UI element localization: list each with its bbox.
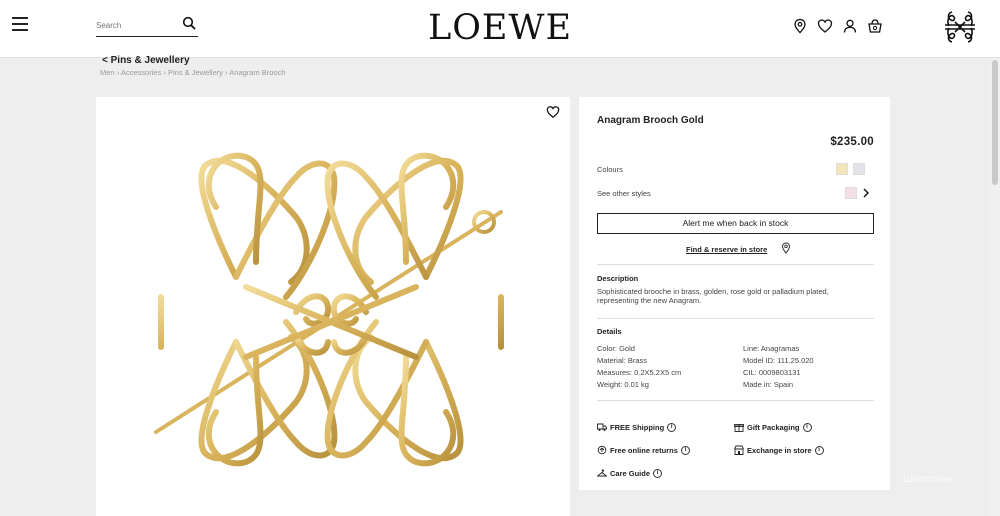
page-scrollbar[interactable] xyxy=(990,58,1000,516)
search-input[interactable]: Search xyxy=(96,15,198,37)
exchange-label: Exchange in store xyxy=(747,445,812,455)
details-title: Details xyxy=(597,327,622,336)
menu-icon[interactable] xyxy=(12,17,28,31)
other-style-swatch[interactable] xyxy=(845,187,857,199)
detail-material: Material: Brass xyxy=(597,356,648,365)
truck-icon xyxy=(597,423,607,431)
gift-packaging-label: Gift Packaging xyxy=(747,422,800,432)
site-header: Search LOEWE xyxy=(0,0,1000,58)
detail-line: Line: Anagramas xyxy=(743,344,800,353)
colour-swatch-gold[interactable] xyxy=(836,163,848,175)
free-returns[interactable]: Free online returns i xyxy=(597,445,690,455)
search-icon[interactable] xyxy=(182,16,196,30)
breadcrumb-item[interactable]: Pins & Jewellery xyxy=(168,68,223,77)
gift-icon xyxy=(734,424,744,432)
detail-measures: Measures: 0.2X5.2X5 cm xyxy=(597,368,682,377)
info-icon[interactable]: i xyxy=(653,468,663,478)
bag-icon[interactable] xyxy=(867,18,883,34)
chevron-right-icon[interactable] xyxy=(862,188,870,198)
colours-label: Colours xyxy=(597,165,623,174)
breadcrumb-item[interactable]: Men xyxy=(100,68,115,77)
watermark: Шопоголик xyxy=(903,474,954,485)
detail-color: Color: Gold xyxy=(597,344,635,353)
divider xyxy=(597,400,874,401)
location-icon[interactable] xyxy=(792,18,808,34)
divider xyxy=(597,264,874,265)
gift-packaging[interactable]: Gift Packaging i xyxy=(734,422,812,432)
product-image-panel xyxy=(96,97,570,516)
account-icon[interactable] xyxy=(842,18,858,34)
alert-stock-button[interactable]: Alert me when back in stock xyxy=(597,213,874,234)
brand-logo[interactable]: LOEWE xyxy=(400,8,600,48)
breadcrumb-separator: › xyxy=(225,68,228,77)
detail-model-id: Model ID: 111.25.020 xyxy=(743,356,814,365)
wishlist-icon[interactable] xyxy=(817,18,833,34)
free-returns-label: Free online returns xyxy=(610,445,678,455)
other-styles-label[interactable]: See other styles xyxy=(597,189,651,198)
product-info-panel: Anagram Brooch Gold $235.00 Colours See … xyxy=(579,97,890,490)
colour-swatch-silver[interactable] xyxy=(853,163,865,175)
add-to-wishlist-icon[interactable] xyxy=(546,105,560,119)
free-shipping[interactable]: FREE Shipping i xyxy=(597,422,677,432)
breadcrumb-item[interactable]: Anagram Brooch xyxy=(229,68,285,77)
location-pin-icon[interactable] xyxy=(781,242,791,254)
details-grid: Color: Gold Line: Anagramas Material: Br… xyxy=(597,344,874,389)
info-icon[interactable]: i xyxy=(680,445,690,455)
detail-cil: CIL: 0009803131 xyxy=(743,368,801,377)
anagram-logo-icon[interactable] xyxy=(943,10,977,44)
description-text: Sophisticated brooche in brass, golden, … xyxy=(597,287,829,305)
description-title: Description xyxy=(597,274,639,283)
info-icon[interactable]: i xyxy=(814,445,824,455)
breadcrumb-separator: › xyxy=(163,68,166,77)
product-image[interactable] xyxy=(96,97,570,516)
care-guide-label: Care Guide xyxy=(610,468,651,478)
scrollbar-thumb[interactable] xyxy=(992,60,998,185)
free-shipping-label: FREE Shipping xyxy=(610,422,665,432)
breadcrumb: Men › Accessories › Pins & Jewellery › A… xyxy=(100,68,286,77)
exchange-in-store[interactable]: Exchange in store i xyxy=(734,445,824,455)
breadcrumb-item[interactable]: Accessories xyxy=(121,68,161,77)
breadcrumb-separator: › xyxy=(116,68,120,77)
hanger-icon xyxy=(597,469,607,477)
search-placeholder: Search xyxy=(96,21,122,30)
product-price: $235.00 xyxy=(830,136,874,148)
detail-made-in: Made in: Spain xyxy=(743,380,794,389)
store-icon xyxy=(734,445,744,455)
care-guide[interactable]: Care Guide i xyxy=(597,468,663,478)
back-link[interactable]: < Pins & Jewellery xyxy=(102,55,190,66)
info-icon[interactable]: i xyxy=(802,422,812,432)
divider xyxy=(597,318,874,319)
product-name: Anagram Brooch Gold xyxy=(597,115,704,126)
info-icon[interactable]: i xyxy=(667,422,677,432)
returns-icon xyxy=(597,445,607,455)
find-in-store-link[interactable]: Find & reserve in store xyxy=(686,245,767,254)
detail-weight: Weight: 0.01 kg xyxy=(597,380,649,389)
